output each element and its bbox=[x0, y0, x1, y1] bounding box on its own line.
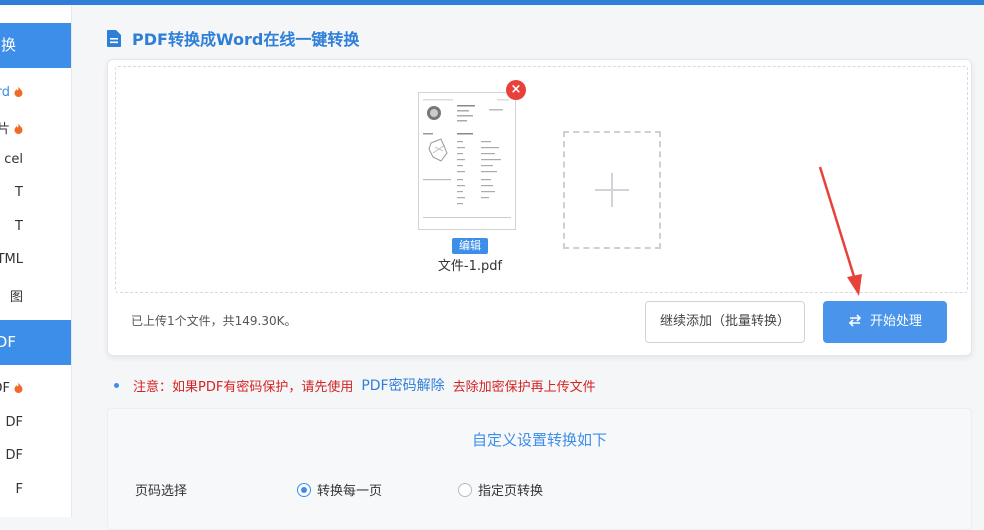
sidebar-item-word[interactable]: ord bbox=[0, 85, 71, 109]
sidebar-item-txt[interactable]: T bbox=[0, 219, 71, 243]
pdf-preview-image bbox=[423, 99, 511, 218]
radio-convert-every-page[interactable]: 转换每一页 bbox=[297, 480, 382, 499]
sidebar-item-label: cel bbox=[4, 152, 23, 167]
sidebar-item-label: T bbox=[15, 185, 23, 200]
sidebar-item-label: TML bbox=[0, 252, 23, 267]
remove-file-button[interactable]: × bbox=[506, 80, 526, 100]
file-thumbnail[interactable] bbox=[418, 92, 516, 230]
upload-status-text: 已上传1个文件，共149.30K。 bbox=[131, 314, 297, 328]
radio-unselected-icon bbox=[458, 482, 472, 497]
radio-specific-pages[interactable]: 指定页转换 bbox=[458, 480, 543, 499]
sidebar-section-convert[interactable]: 换 bbox=[0, 23, 71, 68]
sidebar-item-label: F bbox=[15, 482, 23, 497]
start-processing-label: 开始处理 bbox=[869, 314, 922, 329]
fire-icon bbox=[14, 382, 23, 393]
settings-card: 自定义设置转换如下 页码选择 转换每一页 指定页转换 bbox=[107, 408, 972, 530]
continue-add-button[interactable]: 继续添加（批量转换） bbox=[645, 301, 805, 343]
radio-selected-icon bbox=[297, 482, 311, 497]
password-notice: 注意：如果PDF有密码保护，请先使用 PDF密码解除 去除加密保护再上传文件 bbox=[114, 375, 596, 395]
page-title: PDF转换成Word在线一键转换 bbox=[132, 30, 360, 49]
sidebar-item-html[interactable]: TML bbox=[0, 252, 71, 276]
sidebar-item-label: T bbox=[15, 219, 23, 234]
sidebar-section-label: 换 bbox=[0, 36, 16, 54]
sidebar: 换 ord 片 cel T T TML 图 PDF PDF DF DF F bbox=[0, 5, 72, 517]
settings-title: 自定义设置转换如下 bbox=[471, 431, 607, 449]
fire-icon bbox=[14, 86, 23, 97]
annotation-arrow bbox=[818, 166, 862, 296]
sidebar-item-label: ord bbox=[0, 85, 10, 100]
swap-icon bbox=[848, 314, 862, 327]
main-content: PDF转换成Word在线一键转换 × 编辑 文件-1.pdf 已上传1个文件，共… bbox=[84, 0, 984, 530]
page-header: PDF转换成Word在线一键转换 bbox=[107, 27, 359, 49]
sidebar-item-pdf-4[interactable]: F bbox=[0, 482, 71, 506]
sidebar-item-label: 图 bbox=[9, 290, 23, 305]
sidebar-item-label: 片 bbox=[0, 122, 10, 137]
pdf-unlock-link[interactable]: PDF密码解除 bbox=[361, 375, 444, 395]
start-processing-button[interactable]: 开始处理 bbox=[823, 301, 947, 343]
sidebar-item-label: DF bbox=[5, 415, 24, 430]
edit-file-button[interactable]: 编辑 bbox=[452, 238, 488, 254]
sidebar-section-label: PDF bbox=[0, 333, 16, 351]
notice-bullet bbox=[114, 382, 119, 388]
sidebar-item-image[interactable]: 片 bbox=[0, 118, 71, 142]
radio-label: 指定页转换 bbox=[478, 484, 544, 499]
radio-label: 转换每一页 bbox=[317, 484, 383, 499]
sidebar-item-label: PDF bbox=[0, 381, 10, 396]
sidebar-item-pdf-2[interactable]: DF bbox=[0, 415, 71, 439]
sidebar-item-label: DF bbox=[5, 448, 24, 463]
notice-suffix: 去除加密保护再上传文件 bbox=[452, 379, 596, 395]
add-file-button[interactable] bbox=[563, 131, 661, 249]
sidebar-item-long-image[interactable]: 图 bbox=[0, 286, 71, 310]
page-select-label: 页码选择 bbox=[135, 484, 188, 499]
document-icon bbox=[107, 29, 121, 47]
sidebar-item-ppt[interactable]: T bbox=[0, 185, 71, 209]
notice-prefix: 注意：如果PDF有密码保护，请先使用 bbox=[133, 379, 354, 395]
sidebar-item-word-to-pdf[interactable]: PDF bbox=[0, 381, 71, 405]
sidebar-item-pdf-3[interactable]: DF bbox=[0, 448, 71, 472]
fire-icon bbox=[14, 123, 23, 134]
sidebar-section-pdf[interactable]: PDF bbox=[0, 320, 71, 365]
file-name: 文件-1.pdf bbox=[437, 259, 503, 274]
sidebar-item-excel[interactable]: cel bbox=[0, 152, 71, 176]
